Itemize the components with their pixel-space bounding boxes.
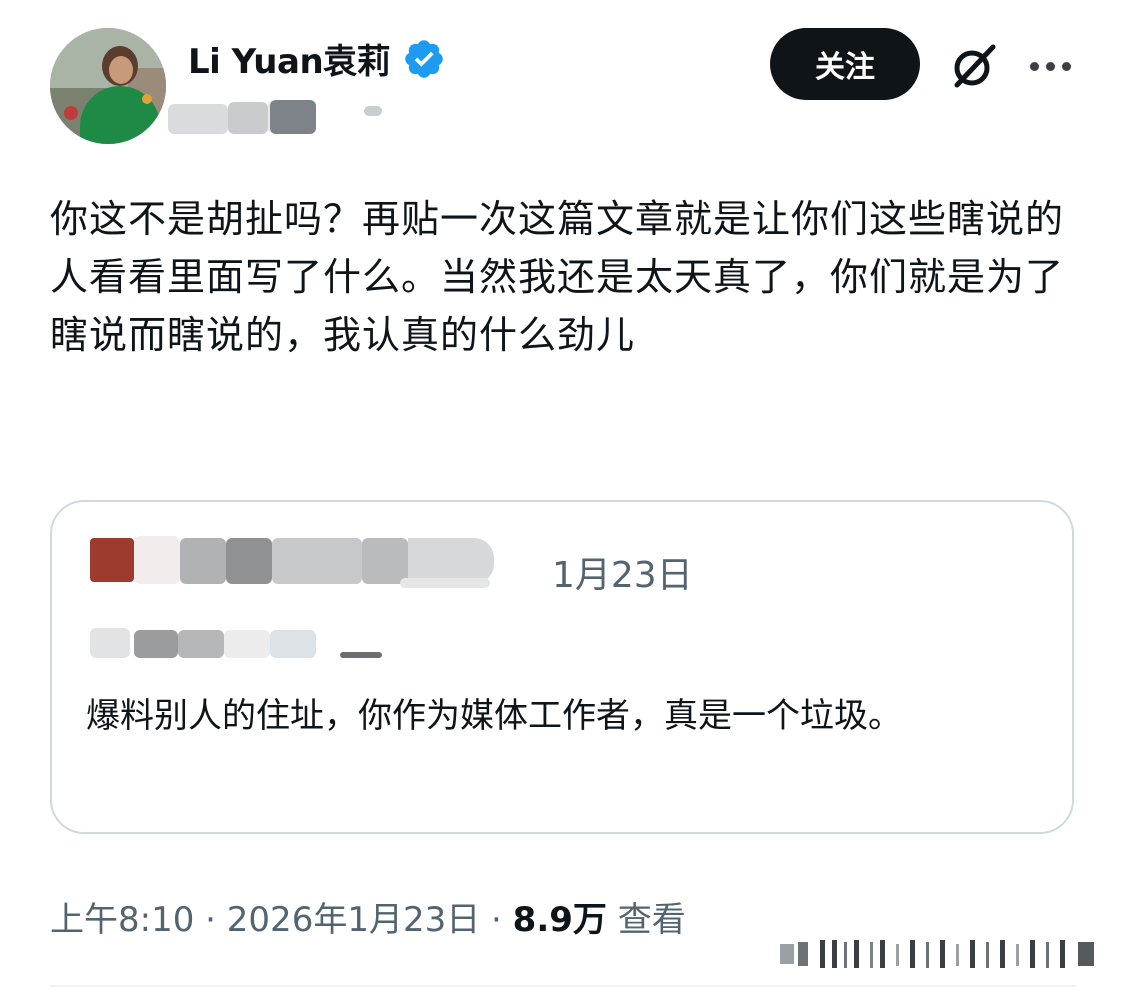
quoted-tweet-date[interactable]: 1月23日 [552, 546, 693, 598]
follow-button[interactable]: 关注 [770, 28, 920, 100]
author-handle-redacted [168, 100, 388, 138]
watermark-logo [780, 940, 1094, 968]
redaction-block [178, 630, 224, 658]
more-options-icon[interactable] [1030, 54, 1076, 78]
views-count[interactable]: 8.9万 [513, 900, 607, 940]
author-name-row: Li Yuan袁莉 [188, 34, 446, 83]
tweet-metadata: 上午8:10 · 2026年1月23日 · 8.9万 查看 [50, 892, 686, 941]
author-avatar[interactable] [50, 28, 166, 144]
redaction-block [90, 628, 130, 658]
tweet-text: 你这不是胡扯吗？再贴一次这篇文章就是让你们这些瞎说的人看看里面写了什么。当然我还… [50, 197, 1065, 357]
dot [1030, 61, 1039, 71]
redaction-block [134, 536, 180, 584]
divider [50, 985, 1076, 987]
redaction-block [228, 102, 268, 134]
dot [1062, 61, 1071, 71]
avatar-photo-person-face [109, 56, 133, 84]
redaction-block [362, 538, 408, 584]
redaction-block [270, 100, 316, 134]
tweet-time[interactable]: 上午8:10 [50, 900, 194, 940]
redaction-block [270, 630, 316, 658]
grok-icon[interactable] [948, 40, 1000, 92]
meta-separator: · [205, 900, 216, 940]
redaction-block [226, 538, 272, 584]
avatar-photo-flower [64, 106, 78, 120]
quoted-tweet-text: 爆料别人的住址，你作为媒体工作者，真是一个垃圾。 [86, 696, 902, 736]
redaction-block [224, 630, 270, 658]
quoted-avatar-redacted [90, 538, 134, 582]
redaction-block [272, 538, 362, 584]
redaction-block [340, 652, 382, 658]
redaction-block [400, 578, 490, 588]
verified-badge-icon[interactable] [402, 37, 446, 81]
dot [1046, 61, 1055, 71]
redaction-block [134, 630, 178, 658]
redaction-block [180, 538, 226, 584]
views-label[interactable]: 查看 [618, 900, 686, 940]
meta-separator: · [491, 900, 502, 940]
avatar-photo-flower [142, 94, 152, 104]
author-display-name[interactable]: Li Yuan袁莉 [188, 34, 391, 83]
tweet-date[interactable]: 2026年1月23日 [227, 900, 480, 940]
redaction-block [364, 106, 382, 116]
redaction-block [168, 104, 228, 134]
